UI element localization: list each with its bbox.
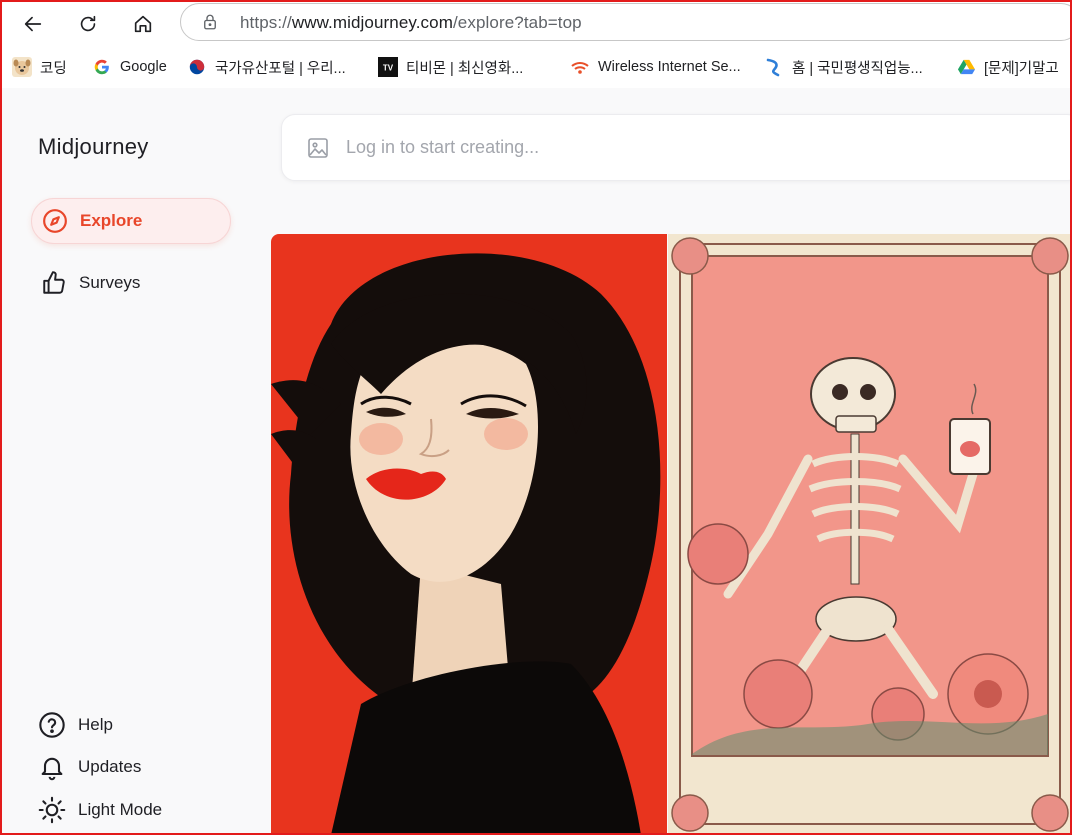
address-bar[interactable]: https://www.midjourney.com/explore?tab=t… [180,3,1072,41]
bookmark-item[interactable]: 코딩 [12,56,67,78]
bookmark-label: 홈 | 국민평생직업능... [792,60,923,77]
help-label: Help [78,715,113,734]
sidebar: Midjourney Explore Surveys Help Updates … [0,88,262,835]
prompt-placeholder: Log in to start creating... [346,137,540,157]
nav-explore[interactable]: Explore [31,198,231,244]
svg-text:TV: TV [383,64,394,73]
light-mode-toggle[interactable]: Light Mode [38,795,162,825]
bookmark-item[interactable]: TV 티비몬 | 최신영화... [378,56,523,78]
midjourney-app: Midjourney Explore Surveys Help Updates … [0,88,1072,835]
reload-icon [80,15,96,32]
dog-favicon-icon [12,57,32,77]
bookmark-item[interactable]: 홈 | 국민평생직업능... [764,56,923,78]
wifi-favicon-icon [570,57,590,77]
help-icon [39,712,65,738]
image-icon [308,138,328,158]
bookmark-item[interactable]: 국가유산포털 | 우리... [187,56,346,78]
help-link[interactable]: Help [38,710,113,740]
nav-surveys[interactable]: Surveys [31,260,231,306]
drive-favicon-icon [956,57,976,77]
light-mode-label: Light Mode [78,800,163,819]
hrd-favicon-icon [764,57,784,77]
brand-title[interactable]: Midjourney [38,134,149,160]
google-favicon-icon [92,57,112,77]
nav-explore-label: Explore [80,211,143,230]
bookmarks-bar: 코딩 Google 국가유산포털 | 우리... TV 티비몬 | 최신영화..… [0,50,1072,86]
reload-button[interactable] [72,8,104,40]
bookmark-label: [문제]기말고 [984,60,1059,77]
home-icon [134,15,152,33]
bookmark-label: Google [120,59,167,75]
bookmark-label: 국가유산포털 | 우리... [215,60,346,77]
updates-label: Updates [78,757,142,776]
lock-icon[interactable] [201,13,219,31]
nav-surveys-label: Surveys [79,273,141,292]
taegeuk-favicon-icon [187,57,207,77]
thumbs-up-icon [43,271,65,294]
bookmark-label: 코딩 [40,60,67,77]
bell-icon [41,757,63,781]
sun-icon [38,796,66,824]
tv-favicon-icon: TV [378,57,398,77]
back-icon [24,16,42,32]
prompt-box[interactable]: Log in to start creating... [281,114,1072,181]
updates-link[interactable]: Updates [38,752,141,782]
bookmark-item[interactable]: Wireless Internet Se... [570,56,741,78]
gallery-image-portrait[interactable] [271,234,667,835]
bookmark-item[interactable]: [문제]기말고 [956,56,1059,78]
back-button[interactable] [17,8,49,40]
bookmark-label: 티비몬 | 최신영화... [406,60,524,77]
explore-gallery [271,234,1072,835]
gallery-image-poster[interactable] [668,234,1072,835]
compass-icon [43,209,67,233]
bookmark-label: Wireless Internet Se... [598,59,741,75]
home-button[interactable] [127,8,159,40]
url-text[interactable]: https://www.midjourney.com/explore?tab=t… [240,13,582,33]
browser-toolbar: https://www.midjourney.com/explore?tab=t… [0,0,1072,48]
bookmark-item[interactable]: Google [92,56,167,78]
